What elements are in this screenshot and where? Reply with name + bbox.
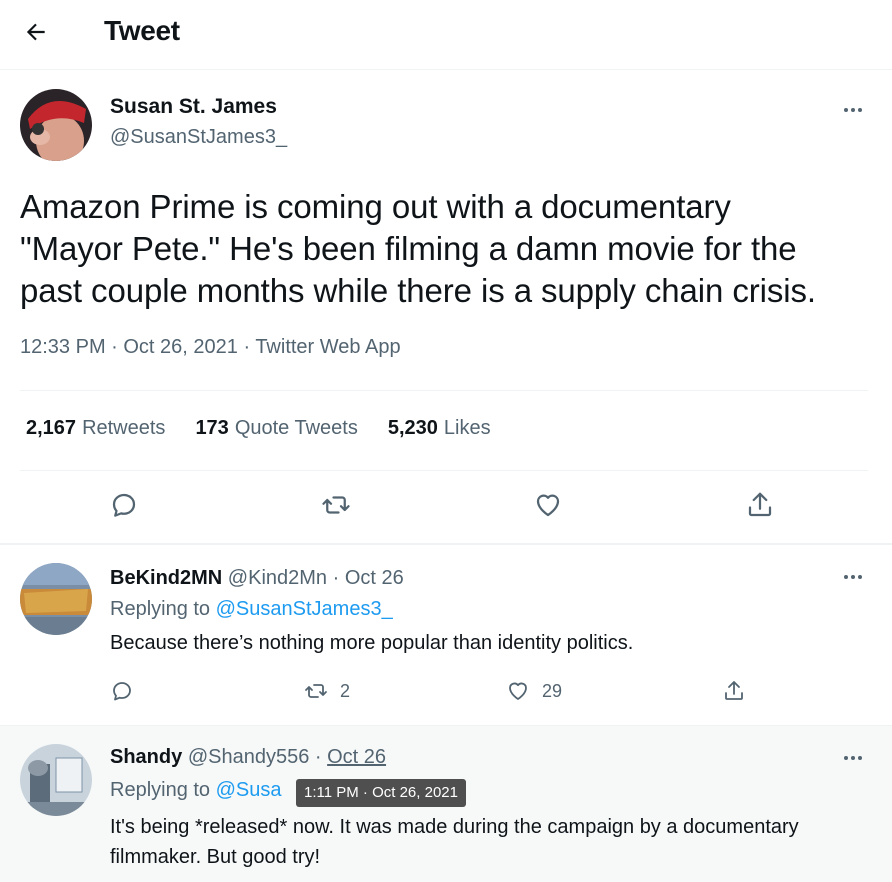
reply-text: It's being *released* now. It was made d… bbox=[110, 816, 799, 868]
more-icon bbox=[844, 756, 848, 760]
share-button[interactable] bbox=[722, 676, 758, 706]
like-count: 29 bbox=[542, 680, 563, 701]
divider bbox=[20, 390, 868, 391]
reply-date-link[interactable]: Oct 26 bbox=[327, 746, 386, 768]
retweet-icon bbox=[322, 496, 350, 514]
more-options-button[interactable] bbox=[838, 100, 868, 120]
arrow-left-icon bbox=[26, 23, 45, 41]
page-header: Tweet bbox=[0, 0, 892, 70]
divider bbox=[20, 470, 868, 471]
author-name[interactable]: Susan St. James bbox=[110, 95, 277, 119]
retweet-button[interactable]: 2 bbox=[304, 676, 350, 706]
share-icon bbox=[748, 492, 772, 517]
reply-avatar[interactable] bbox=[20, 744, 92, 816]
mention-link[interactable]: @SusanStJames3_ bbox=[216, 598, 393, 620]
tweet-stats: 2,167 Retweets 173 Quote Tweets 5,230 Likes bbox=[26, 417, 491, 440]
heart-icon bbox=[536, 494, 560, 517]
back-button[interactable] bbox=[22, 18, 50, 46]
mention-link[interactable]: @Susa bbox=[216, 779, 282, 801]
page-title: Tweet bbox=[104, 15, 180, 46]
like-button[interactable]: 29 bbox=[506, 676, 562, 706]
more-icon bbox=[844, 575, 848, 579]
reply-icon bbox=[112, 493, 136, 517]
reply-tweet[interactable]: BeKind2MN @Kind2Mn · Oct 26 Replying to … bbox=[0, 545, 892, 725]
replying-to: Replying to @SusanStJames3_ bbox=[110, 598, 393, 620]
retweets-stat[interactable]: 2,167 Retweets bbox=[26, 417, 165, 440]
timestamp-tooltip: 1:11 PM · Oct 26, 2021 bbox=[296, 779, 466, 807]
retweet-button[interactable] bbox=[318, 487, 354, 523]
author-handle[interactable]: @SusanStJames3_ bbox=[110, 126, 287, 149]
author-avatar[interactable] bbox=[20, 89, 92, 161]
quote-tweets-stat[interactable]: 173 Quote Tweets bbox=[195, 417, 357, 440]
reply-author[interactable]: BeKind2MN @Kind2Mn · Oct 26 bbox=[110, 567, 404, 590]
replying-to: Replying to @Susa bbox=[110, 779, 282, 801]
more-icon bbox=[844, 108, 848, 112]
reply-avatar[interactable] bbox=[20, 563, 92, 635]
share-button[interactable] bbox=[742, 487, 778, 523]
reply-button[interactable] bbox=[106, 487, 142, 523]
share-icon bbox=[725, 681, 743, 700]
retweet-icon bbox=[305, 684, 327, 698]
like-button[interactable] bbox=[530, 487, 566, 523]
heart-icon bbox=[509, 682, 527, 700]
retweet-count: 2 bbox=[340, 680, 351, 701]
reply-text: Because there’s nothing more popular tha… bbox=[110, 632, 634, 654]
likes-stat[interactable]: 5,230 Likes bbox=[388, 417, 491, 440]
more-options-button[interactable] bbox=[838, 567, 868, 587]
tweet-text: Amazon Prime is coming out with a docume… bbox=[20, 188, 816, 309]
tweet-timestamp[interactable]: 12:33 PM · Oct 26, 2021 · Twitter Web Ap… bbox=[20, 336, 401, 359]
more-options-button[interactable] bbox=[838, 748, 868, 768]
reply-button[interactable] bbox=[110, 676, 146, 706]
reply-icon bbox=[113, 682, 131, 701]
reply-author[interactable]: Shandy @Shandy556 · Oct 26 bbox=[110, 746, 386, 769]
